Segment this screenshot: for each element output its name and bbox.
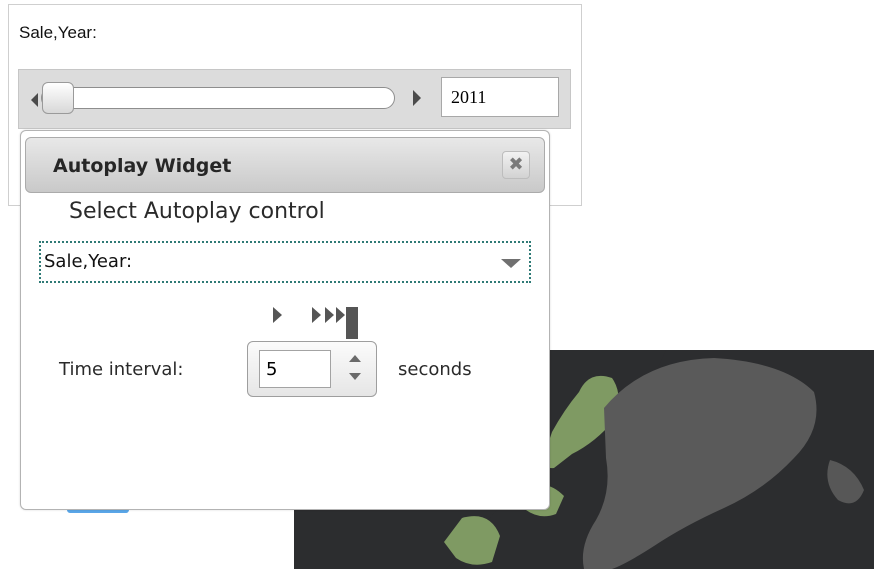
- time-slider: [18, 69, 571, 129]
- widget-title: Autoplay Widget: [53, 155, 232, 177]
- autoplay-control-select[interactable]: Sale,Year:: [39, 241, 531, 283]
- close-icon[interactable]: ✖: [502, 151, 530, 179]
- time-interval-unit: seconds: [398, 359, 472, 380]
- year-input[interactable]: [441, 77, 559, 117]
- slider-title: Sale,Year:: [19, 23, 97, 42]
- time-interval-input[interactable]: [259, 350, 331, 388]
- play-icon[interactable]: [273, 307, 282, 323]
- slider-previous-arrow-icon[interactable]: [31, 93, 38, 107]
- chevron-down-icon[interactable]: [501, 259, 521, 268]
- slider-handle[interactable]: [42, 82, 74, 114]
- widget-header[interactable]: Autoplay Widget ✖: [25, 137, 545, 193]
- decrement-arrow-icon[interactable]: [349, 373, 361, 380]
- increment-arrow-icon[interactable]: [349, 355, 361, 362]
- time-interval-stepper: [247, 341, 377, 397]
- slider-track[interactable]: [41, 87, 395, 109]
- time-interval-label: Time interval:: [59, 359, 184, 380]
- slider-next-arrow-icon[interactable]: [413, 90, 421, 106]
- autoplay-widget: Autoplay Widget ✖ Select Autoplay contro…: [20, 130, 550, 510]
- fast-forward-icon[interactable]: [312, 307, 358, 339]
- stepper-arrows: [344, 345, 366, 391]
- selected-control: Sale,Year:: [44, 251, 133, 272]
- widget-subtitle: Select Autoplay control: [69, 199, 325, 224]
